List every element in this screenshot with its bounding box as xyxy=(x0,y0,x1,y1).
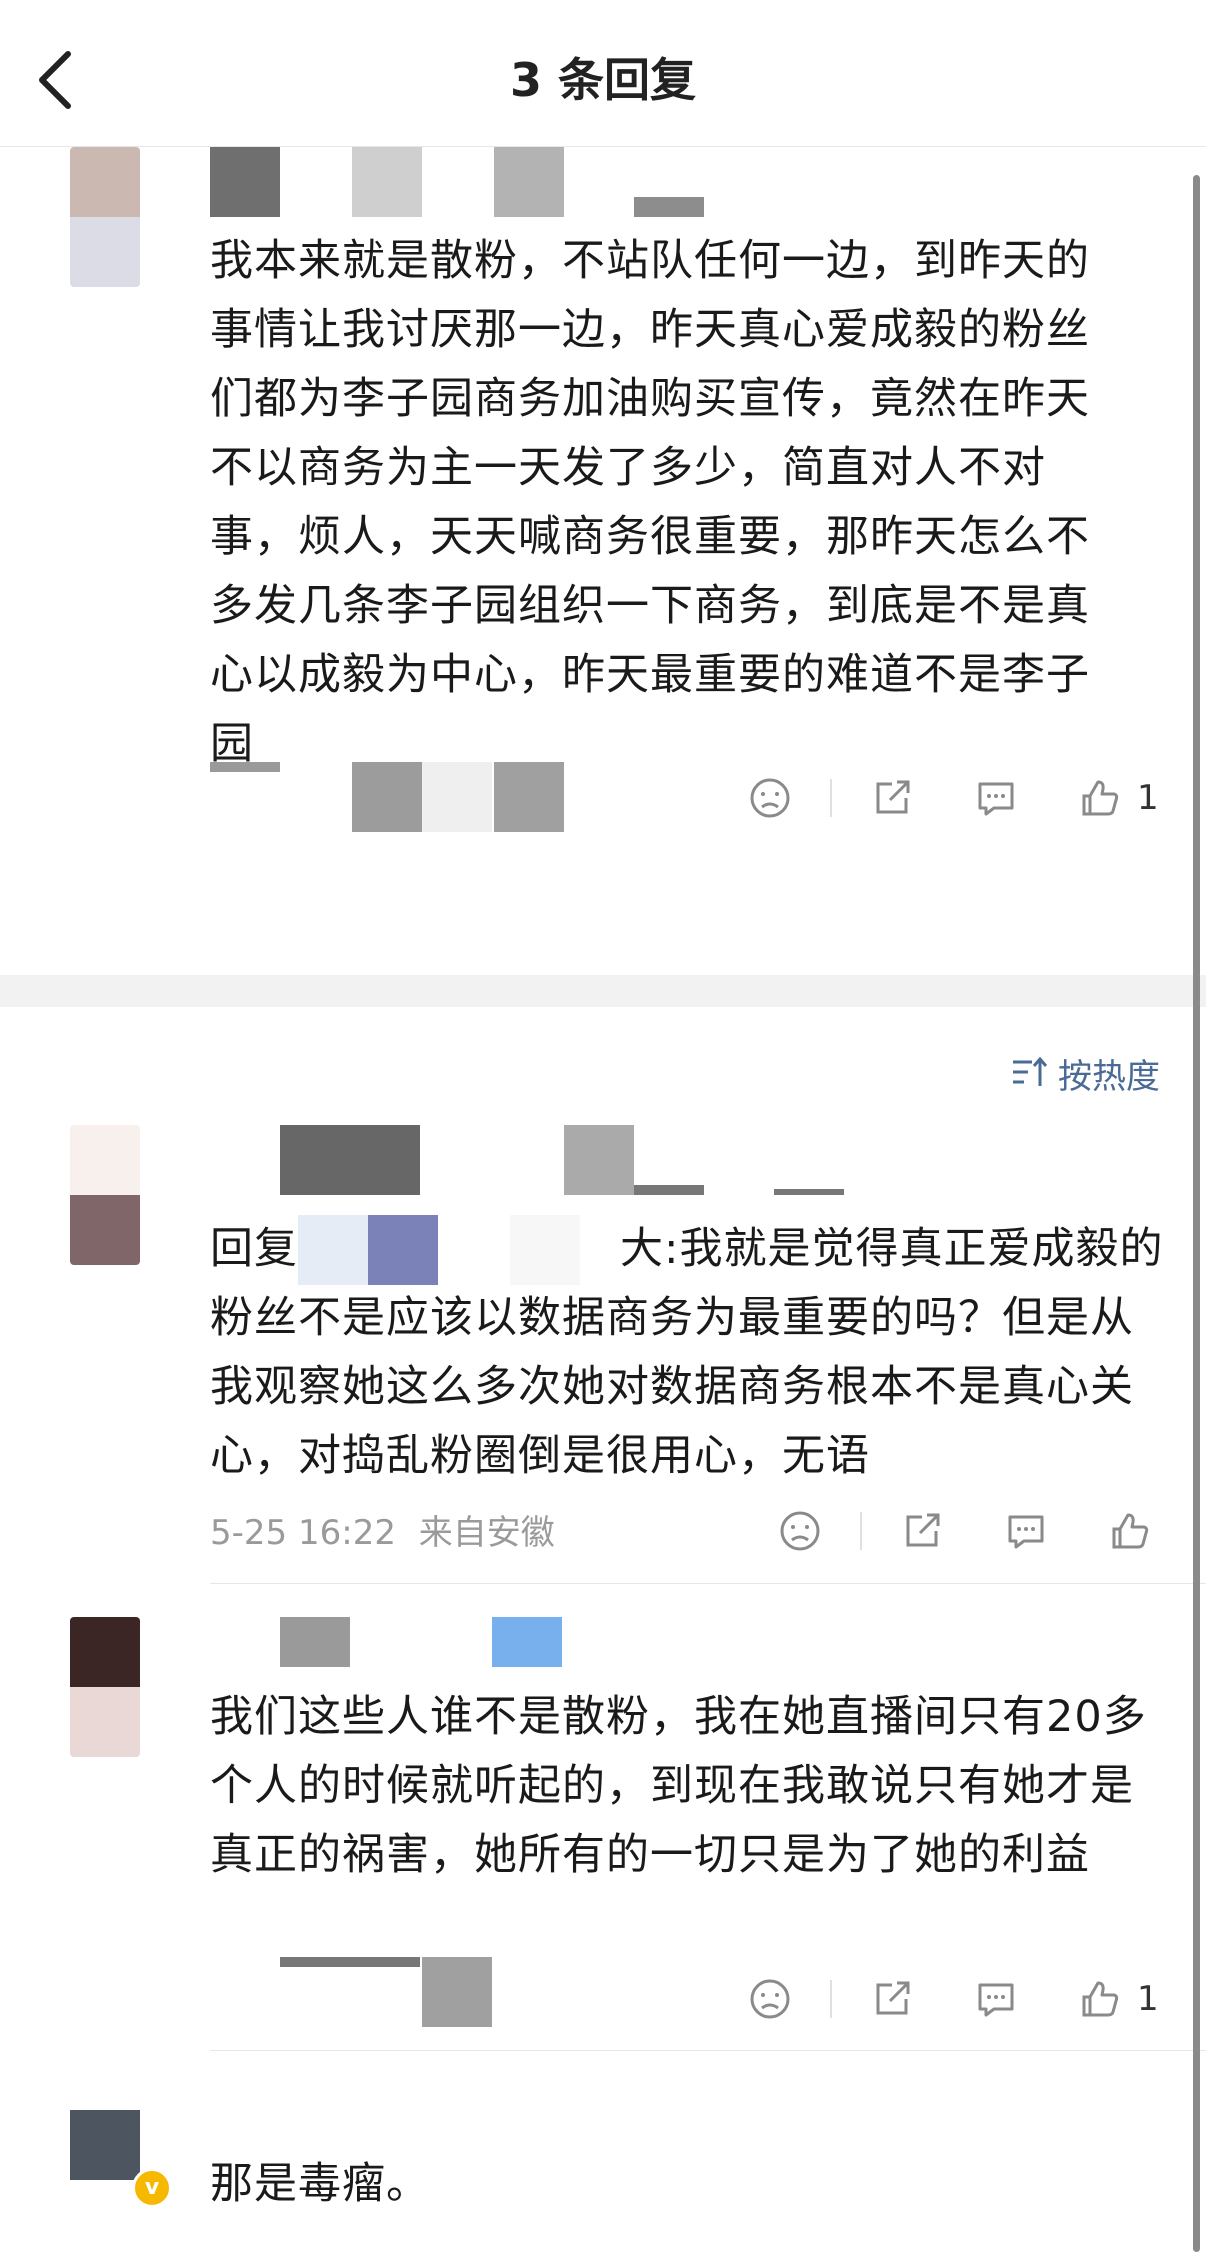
divider xyxy=(210,2050,1206,2051)
like-icon[interactable] xyxy=(1075,1974,1125,2024)
top-bar: 3 条回复 xyxy=(0,0,1206,147)
scrollbar[interactable] xyxy=(1193,175,1200,2252)
reply-prefix: 回复 xyxy=(210,1224,298,1274)
reply-location: 来自安徽 xyxy=(418,1513,555,1553)
separator xyxy=(860,1512,862,1550)
like-count: 1 xyxy=(1137,1979,1159,2019)
reply-item: 我们这些人谁不是散粉，我在她直播间只有20多个人的时候就听起的，到现在我敢说只有… xyxy=(0,1617,1206,2047)
comment-icon[interactable] xyxy=(1001,1506,1051,1556)
like-icon[interactable] xyxy=(1075,773,1125,823)
reply-time: 5-25 16:22 xyxy=(210,1513,396,1553)
sort-icon xyxy=(1013,1056,1048,1086)
comment-meta-redacted xyxy=(210,762,570,832)
dislike-icon[interactable] xyxy=(745,1974,795,2024)
sort-by-hot-button[interactable]: 按热度 xyxy=(1010,1048,1160,1098)
divider xyxy=(210,1583,1206,1584)
sort-label: 按热度 xyxy=(1058,1056,1160,1097)
reply-actions xyxy=(775,1505,1175,1557)
reply-text: 那是毒瘤。 xyxy=(210,2159,430,2209)
username-redacted[interactable] xyxy=(280,1617,580,1687)
comment-icon[interactable] xyxy=(971,773,1021,823)
avatar[interactable] xyxy=(70,1125,140,1265)
reply-actions: 1 xyxy=(745,1973,1165,2025)
dislike-icon[interactable] xyxy=(775,1506,825,1556)
username-redacted[interactable] xyxy=(210,147,710,217)
username-redacted[interactable] xyxy=(280,1125,880,1195)
share-icon[interactable] xyxy=(897,1506,947,1556)
root-comment: 我本来就是散粉，不站队任何一边，到昨天的事情让我讨厌那一边，昨天真心爱成毅的粉丝… xyxy=(0,147,1206,975)
like-count: 1 xyxy=(1137,778,1159,818)
avatar[interactable] xyxy=(70,1617,140,1757)
share-icon[interactable] xyxy=(867,1974,917,2024)
comment-actions: 1 xyxy=(745,772,1165,824)
share-icon[interactable] xyxy=(867,773,917,823)
reply-meta: 5-25 16:22 来自安徽 xyxy=(210,1505,555,1554)
page-title: 3 条回复 xyxy=(509,53,697,107)
comment-text: 我本来就是散粉，不站队任何一边，到昨天的事情让我讨厌那一边，昨天真心爱成毅的粉丝… xyxy=(210,236,1090,769)
reply-text: 回复 大:我就是觉得真正爱成毅的粉丝不是应该以数据商务为最重要的吗？但是从我观察她… xyxy=(210,1215,1170,1491)
reply-item: v 那是毒瘤。 xyxy=(0,2110,1206,2252)
mentioned-user-redacted[interactable] xyxy=(298,1215,620,1285)
dislike-icon[interactable] xyxy=(745,773,795,823)
reply-meta-redacted xyxy=(280,1957,500,2027)
section-divider xyxy=(0,975,1206,1007)
comment-icon[interactable] xyxy=(971,1974,1021,2024)
separator xyxy=(830,779,832,817)
reply-text: 我们这些人谁不是散粉，我在她直播间只有20多个人的时候就听起的，到现在我敢说只有… xyxy=(210,1692,1147,1880)
separator xyxy=(830,1980,832,2018)
avatar[interactable] xyxy=(70,147,140,287)
avatar[interactable] xyxy=(70,2110,140,2180)
like-icon[interactable] xyxy=(1105,1506,1155,1556)
verified-icon: v xyxy=(132,2168,172,2208)
reply-item: 回复 大:我就是觉得真正爱成毅的粉丝不是应该以数据商务为最重要的吗？但是从我观察她… xyxy=(0,1125,1206,1580)
